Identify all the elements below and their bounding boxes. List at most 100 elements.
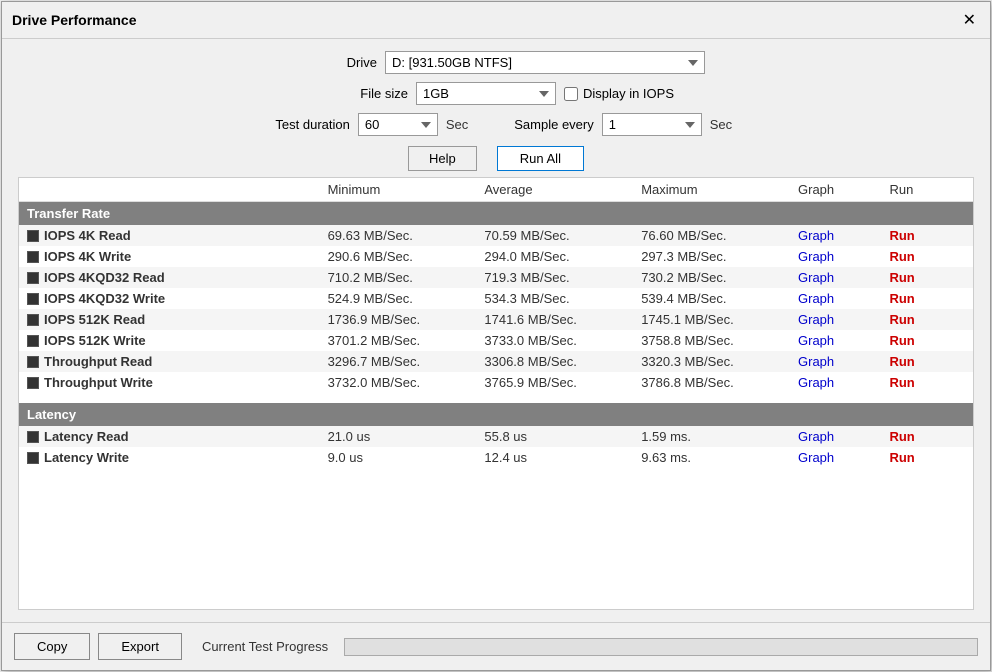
close-button[interactable]: ✕ [959,8,980,32]
graph-link[interactable]: Graph [798,354,834,369]
row-name-cell: IOPS 512K Write [19,330,320,351]
row-name-cell: Latency Read [19,426,320,447]
row-label: Latency Read [44,429,129,444]
table-row: Throughput Write3732.0 MB/Sec.3765.9 MB/… [19,372,973,393]
row-max: 730.2 MB/Sec. [633,267,790,288]
row-icon [27,314,39,326]
row-label: Latency Write [44,450,129,465]
row-name-cell: Latency Write [19,447,320,468]
table-header: Minimum Average Maximum Graph Run [19,178,973,202]
row-avg: 294.0 MB/Sec. [476,246,633,267]
run-link[interactable]: Run [889,333,914,348]
filesize-select[interactable]: 1GB [416,82,556,105]
row-avg: 12.4 us [476,447,633,468]
run-link[interactable]: Run [889,270,914,285]
table-row: IOPS 4K Read69.63 MB/Sec.70.59 MB/Sec.76… [19,225,973,246]
graph-link[interactable]: Graph [798,429,834,444]
run-link[interactable]: Run [889,354,914,369]
row-avg: 3765.9 MB/Sec. [476,372,633,393]
table-body: Transfer RateIOPS 4K Read69.63 MB/Sec.70… [19,202,973,479]
run-all-button[interactable]: Run All [497,146,584,171]
sample-select[interactable]: 1 [602,113,702,136]
help-button[interactable]: Help [408,146,477,171]
run-link[interactable]: Run [889,249,914,264]
row-min: 3701.2 MB/Sec. [320,330,477,351]
sec-label-2: Sec [710,117,732,132]
row-min: 21.0 us [320,426,477,447]
row-max: 3758.8 MB/Sec. [633,330,790,351]
title-bar: Drive Performance ✕ [2,2,990,39]
row-min: 69.63 MB/Sec. [320,225,477,246]
row-run-cell: Run [881,372,973,393]
graph-link[interactable]: Graph [798,249,834,264]
section-header-transfer-rate: Transfer Rate [19,202,973,226]
graph-link[interactable]: Graph [798,312,834,327]
graph-link[interactable]: Graph [798,270,834,285]
col-graph: Graph [790,178,881,202]
display-iops-checkbox-label[interactable]: Display in IOPS [564,86,674,101]
row-avg: 3733.0 MB/Sec. [476,330,633,351]
table-row: IOPS 4KQD32 Write524.9 MB/Sec.534.3 MB/S… [19,288,973,309]
section-spacer [19,393,973,403]
progress-label: Current Test Progress [202,639,328,654]
row-run-cell: Run [881,330,973,351]
row-avg: 534.3 MB/Sec. [476,288,633,309]
run-link[interactable]: Run [889,375,914,390]
row-icon [27,272,39,284]
table-row: Throughput Read3296.7 MB/Sec.3306.8 MB/S… [19,351,973,372]
run-link[interactable]: Run [889,429,914,444]
sample-label: Sample every [514,117,593,132]
row-label: IOPS 512K Write [44,333,146,348]
graph-link[interactable]: Graph [798,228,834,243]
graph-link[interactable]: Graph [798,333,834,348]
row-min: 710.2 MB/Sec. [320,267,477,288]
export-button[interactable]: Export [98,633,182,660]
graph-link[interactable]: Graph [798,450,834,465]
row-name-cell: Throughput Write [19,372,320,393]
run-link[interactable]: Run [889,228,914,243]
row-name-cell: IOPS 512K Read [19,309,320,330]
row-run-cell: Run [881,351,973,372]
results-table: Minimum Average Maximum Graph Run Transf… [19,178,973,478]
row-run-cell: Run [881,267,973,288]
duration-label: Test duration [260,117,350,132]
results-table-area: Minimum Average Maximum Graph Run Transf… [18,177,974,610]
table-row: IOPS 4K Write 290.6 MB/Sec.294.0 MB/Sec.2… [19,246,973,267]
table-row: IOPS 512K Write 3701.2 MB/Sec.3733.0 MB/S… [19,330,973,351]
copy-button[interactable]: Copy [14,633,90,660]
row-max: 1745.1 MB/Sec. [633,309,790,330]
row-icon [27,230,39,242]
row-max: 297.3 MB/Sec. [633,246,790,267]
row-icon [27,431,39,443]
row-min: 524.9 MB/Sec. [320,288,477,309]
row-avg: 55.8 us [476,426,633,447]
row-min: 290.6 MB/Sec. [320,246,477,267]
bottom-bar: Copy Export Current Test Progress [2,622,990,670]
table-row: IOPS 4KQD32 Read710.2 MB/Sec.719.3 MB/Se… [19,267,973,288]
row-label: IOPS 4K Write [44,249,131,264]
graph-link[interactable]: Graph [798,375,834,390]
row-name-cell: IOPS 4K Read [19,225,320,246]
row-min: 3732.0 MB/Sec. [320,372,477,393]
display-iops-checkbox[interactable] [564,87,578,101]
run-link[interactable]: Run [889,312,914,327]
row-max: 9.63 ms. [633,447,790,468]
run-link[interactable]: Run [889,450,914,465]
row-name-cell: IOPS 4KQD32 Read [19,267,320,288]
row-min: 1736.9 MB/Sec. [320,309,477,330]
run-link[interactable]: Run [889,291,914,306]
graph-link[interactable]: Graph [798,291,834,306]
row-run-cell: Run [881,309,973,330]
row-max: 3320.3 MB/Sec. [633,351,790,372]
window-title: Drive Performance [12,12,137,28]
row-graph-cell: Graph [790,372,881,393]
sec-label-1: Sec [446,117,468,132]
row-max: 76.60 MB/Sec. [633,225,790,246]
duration-select[interactable]: 60 [358,113,438,136]
drive-row: Drive D: [931.50GB NTFS] [18,51,974,74]
table-row: IOPS 512K Read1736.9 MB/Sec.1741.6 MB/Se… [19,309,973,330]
row-name-cell: Throughput Read [19,351,320,372]
drive-select[interactable]: D: [931.50GB NTFS] [385,51,705,74]
row-graph-cell: Graph [790,309,881,330]
progress-bar [344,638,978,656]
